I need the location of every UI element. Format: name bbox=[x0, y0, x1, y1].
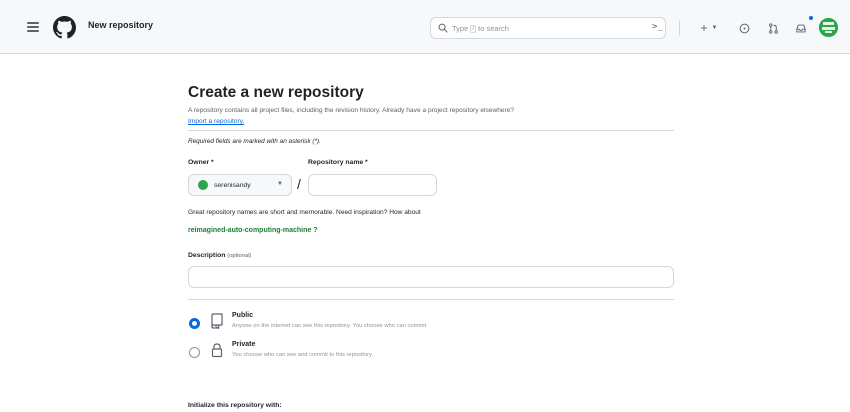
private-radio[interactable] bbox=[189, 347, 200, 358]
notification-indicator bbox=[808, 15, 814, 21]
required-fields-note: Required fields are marked with an aster… bbox=[188, 138, 321, 145]
global-header: New repository Type / to search >_ + ▼ bbox=[0, 0, 850, 54]
page-title: New repository bbox=[88, 20, 154, 30]
pull-requests-button[interactable] bbox=[763, 18, 783, 38]
description-label: Description (optional) bbox=[188, 252, 252, 259]
header-divider bbox=[679, 20, 680, 36]
inbox-icon bbox=[796, 24, 806, 32]
search-placeholder: Type / to search bbox=[452, 24, 509, 33]
plus-icon: + bbox=[700, 21, 708, 35]
visibility-option-private[interactable]: Private You choose who can see and commi… bbox=[188, 341, 674, 367]
public-radio[interactable] bbox=[189, 318, 200, 329]
description-input[interactable] bbox=[188, 266, 674, 288]
public-description: Anyone on the internet can see this repo… bbox=[232, 323, 428, 329]
new-repository-form: Create a new repository A repository con… bbox=[188, 84, 674, 367]
owner-dropdown[interactable]: serenisandy ▼ bbox=[188, 174, 292, 196]
import-repository-link[interactable]: Import a repository. bbox=[188, 117, 674, 126]
private-description: You choose who can see and commit to thi… bbox=[232, 352, 374, 358]
chevron-down-icon: ▼ bbox=[277, 181, 283, 187]
public-title: Public bbox=[232, 312, 254, 319]
suggested-name-link[interactable]: reimagined-auto-computing-machine ? bbox=[188, 226, 674, 235]
description-optional-hint: (optional) bbox=[227, 253, 252, 259]
repository-name-input[interactable] bbox=[308, 174, 437, 196]
command-palette-icon[interactable]: >_ bbox=[652, 22, 663, 32]
initialize-heading: Initialize this repository with: bbox=[188, 402, 282, 409]
visibility-option-public[interactable]: Public Anyone on the internet can see th… bbox=[188, 312, 674, 338]
user-avatar[interactable] bbox=[819, 18, 838, 37]
git-pull-request-icon bbox=[768, 22, 778, 34]
search-icon bbox=[438, 23, 448, 33]
chevron-down-icon: ▼ bbox=[711, 25, 718, 31]
private-title: Private bbox=[232, 341, 256, 348]
notifications-button[interactable] bbox=[791, 18, 811, 38]
form-intro: A repository contains all project files,… bbox=[188, 107, 515, 114]
github-logo-icon[interactable] bbox=[53, 16, 76, 39]
repo-icon bbox=[211, 313, 223, 329]
owner-name: serenisandy bbox=[214, 181, 251, 189]
divider bbox=[188, 130, 674, 131]
owner-avatar bbox=[198, 180, 208, 190]
slash-key-hint: / bbox=[470, 25, 477, 33]
form-title: Create a new repository bbox=[188, 84, 364, 101]
issue-opened-icon bbox=[739, 23, 749, 33]
menu-icon[interactable] bbox=[27, 22, 39, 32]
divider bbox=[188, 299, 674, 300]
identicon-icon bbox=[819, 18, 838, 37]
owner-label: Owner * bbox=[188, 159, 214, 166]
search-input[interactable]: Type / to search bbox=[430, 17, 666, 39]
create-new-button[interactable]: + ▼ bbox=[694, 18, 724, 38]
owner-repo-separator: / bbox=[297, 176, 301, 192]
issues-button[interactable] bbox=[734, 18, 754, 38]
lock-icon bbox=[211, 343, 223, 358]
repository-name-label: Repository name * bbox=[308, 159, 368, 166]
name-suggestion-text: Great repository names are short and mem… bbox=[188, 209, 421, 216]
